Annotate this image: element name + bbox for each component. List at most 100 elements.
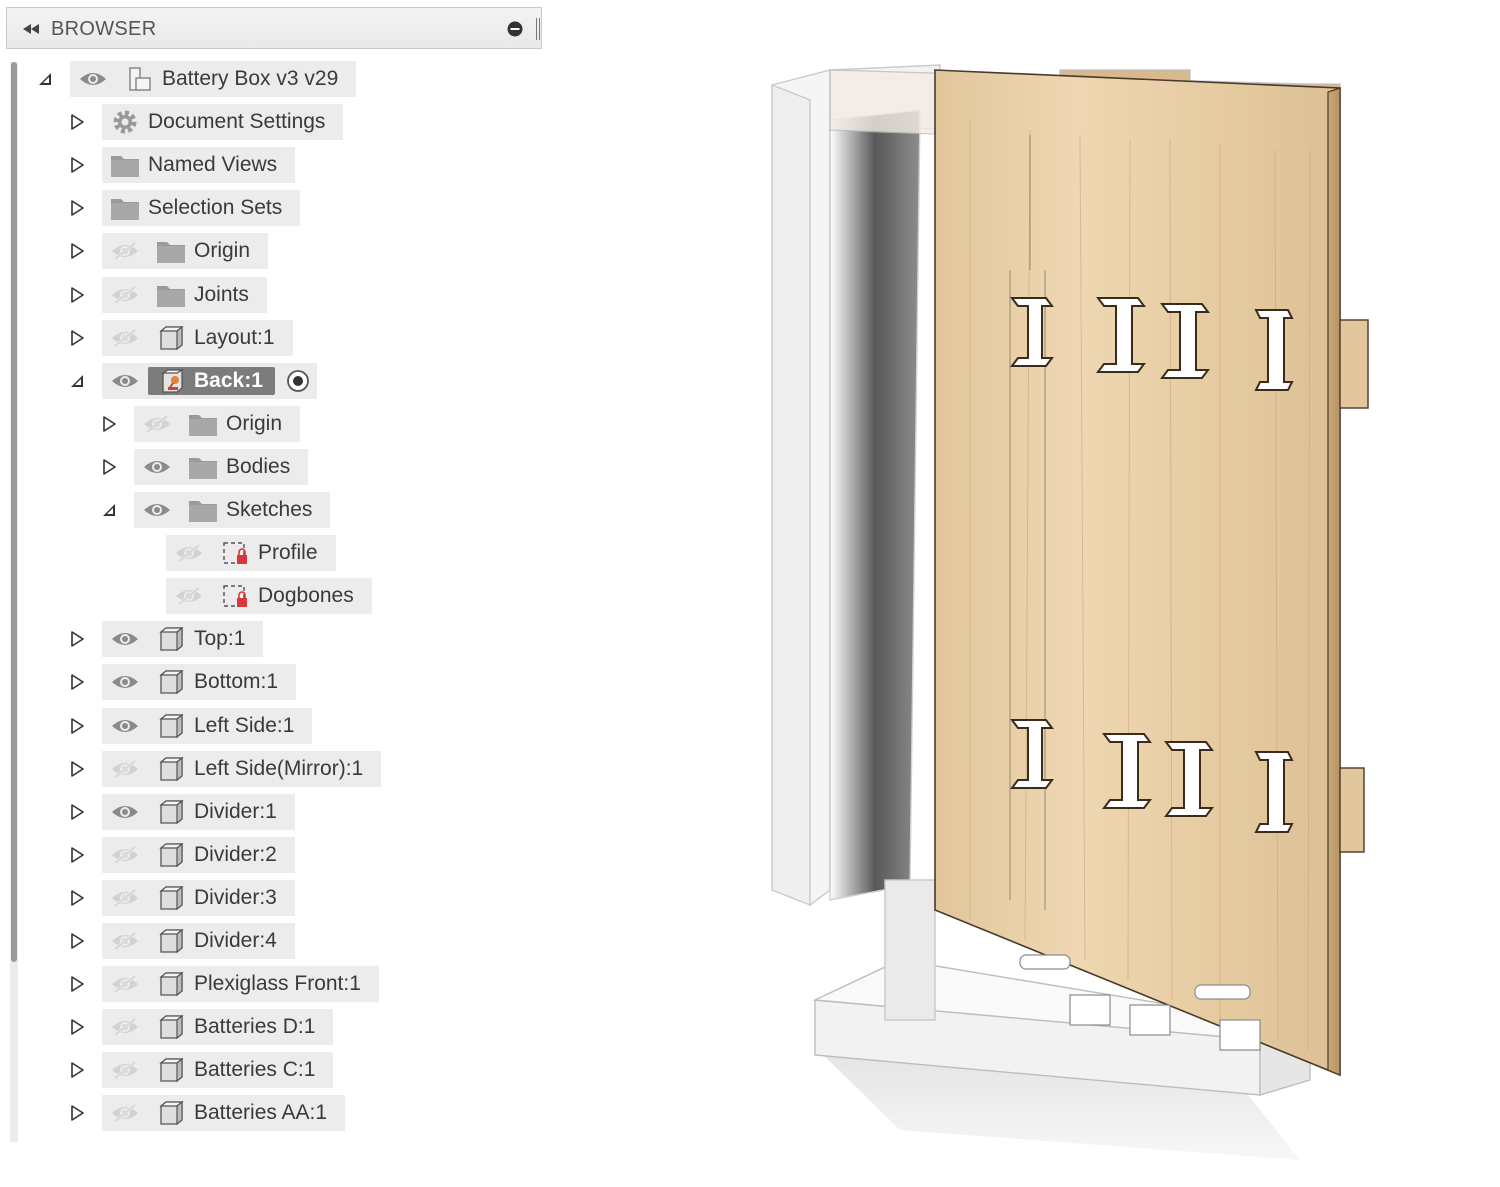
expand-triangle-icon[interactable] [69,114,85,130]
tree-node-pill[interactable]: Back:1 [102,363,317,399]
tree-scrollbar-thumb[interactable] [11,62,17,962]
visibility-hidden-icon[interactable] [102,1052,148,1088]
expand-triangle-icon[interactable] [69,330,85,346]
folder-icon [102,147,148,183]
activate-radio-icon[interactable] [279,363,317,399]
visibility-eye-icon[interactable] [102,363,148,399]
tree-node-label: Batteries C:1 [194,1058,316,1081]
visibility-eye-icon[interactable] [102,621,148,657]
tree-node-pill[interactable]: Origin [102,233,269,269]
sketch-icon [212,578,258,614]
collapse-triangle-icon[interactable] [69,373,85,389]
visibility-hidden-icon[interactable] [166,535,212,571]
visibility-hidden-icon[interactable] [102,277,148,313]
tree-node-pill[interactable]: Divider:4 [102,923,295,959]
tree-node-label: Bottom:1 [194,670,279,693]
visibility-hidden-icon[interactable] [102,751,148,787]
expand-triangle-icon[interactable] [69,847,85,863]
expand-triangle-icon[interactable] [101,416,117,432]
tree-node-pill[interactable]: Plexiglass Front:1 [102,966,379,1002]
tree-node-pill[interactable]: Named Views [102,147,296,183]
tree-node-pill[interactable]: Selection Sets [102,190,301,226]
visibility-hidden-icon[interactable] [102,233,148,269]
tree-node-pill[interactable]: Origin [134,406,301,442]
visibility-hidden-icon[interactable] [102,837,148,873]
component-icon [148,1009,194,1045]
component-icon [148,880,194,916]
expand-triangle-icon[interactable] [69,976,85,992]
visibility-hidden-icon[interactable] [102,966,148,1002]
tree-node-label: Origin [226,412,283,435]
expand-triangle-icon[interactable] [69,890,85,906]
visibility-hidden-icon[interactable] [166,578,212,614]
component-icon [148,1095,194,1131]
collapse-panel-icon[interactable] [21,21,41,37]
tree-node-pill[interactable]: Left Side(Mirror):1 [102,751,382,787]
left-side-panel [771,64,941,1021]
expand-triangle-icon[interactable] [69,157,85,173]
expand-triangle-icon[interactable] [69,1062,85,1078]
visibility-hidden-icon[interactable] [102,320,148,356]
tree-node-pill[interactable]: Layout:1 [102,320,293,356]
visibility-eye-icon[interactable] [102,708,148,744]
expand-triangle-icon[interactable] [69,804,85,820]
visibility-hidden-icon[interactable] [102,1095,148,1131]
minimize-icon[interactable] [507,21,523,37]
active-component-icon [148,363,194,399]
expand-triangle-icon[interactable] [69,933,85,949]
tree-node-pill[interactable]: Document Settings [102,104,344,140]
expand-triangle-icon[interactable] [69,1105,85,1121]
component-icon [148,320,194,356]
expand-triangle-icon[interactable] [69,718,85,734]
tree-node-pill[interactable]: Batteries AA:1 [102,1095,346,1131]
collapse-triangle-icon[interactable] [101,502,117,518]
tree-node-pill[interactable]: Bodies [134,449,309,485]
component-icon [148,708,194,744]
expand-triangle-icon[interactable] [69,631,85,647]
expand-triangle-icon[interactable] [69,243,85,259]
tree-node-pill[interactable]: Divider:3 [102,880,295,916]
active-component-badge[interactable]: Back:1 [148,367,275,395]
collapse-triangle-icon[interactable] [37,71,53,87]
tree-node-pill[interactable]: Divider:2 [102,837,295,873]
back-panel [934,69,1369,1077]
tree-node-label: Named Views [148,153,278,176]
tree-node-label: Joints [194,283,249,306]
tree-node-pill[interactable]: Top:1 [102,621,264,657]
tree-node-pill[interactable]: Battery Box v3 v29 [70,61,357,97]
sketch-icon [212,535,258,571]
visibility-hidden-icon[interactable] [102,1009,148,1045]
expand-triangle-icon[interactable] [69,1019,85,1035]
visibility-hidden-icon[interactable] [102,923,148,959]
expand-triangle-icon[interactable] [69,287,85,303]
visibility-eye-icon[interactable] [70,61,116,97]
battery-box-model[interactable] [700,40,1420,1170]
tree-node-pill[interactable]: Sketches [134,492,331,528]
component-icon [148,1052,194,1088]
tree-node-pill[interactable]: Dogbones [166,578,372,614]
expand-triangle-icon[interactable] [69,200,85,216]
tree-node-pill[interactable]: Batteries C:1 [102,1052,334,1088]
folder-icon [180,406,226,442]
tree-node-pill[interactable]: Profile [166,535,336,571]
tree-node-pill[interactable]: Batteries D:1 [102,1009,334,1045]
visibility-hidden-icon[interactable] [134,406,180,442]
expand-triangle-icon[interactable] [69,674,85,690]
visibility-hidden-icon[interactable] [102,880,148,916]
expand-triangle-icon[interactable] [69,761,85,777]
visibility-eye-icon[interactable] [102,794,148,830]
visibility-eye-icon[interactable] [134,492,180,528]
tree-node-pill[interactable]: Joints [102,277,267,313]
tree-node-label: Back:1 [194,369,263,392]
tree-node-pill[interactable]: Bottom:1 [102,664,297,700]
visibility-eye-icon[interactable] [102,664,148,700]
tree-node-pill[interactable]: Left Side:1 [102,708,313,744]
component-icon [148,923,194,959]
3d-viewport[interactable] [700,40,1420,1170]
component-icon [148,621,194,657]
folder-icon [148,233,194,269]
expand-triangle-icon[interactable] [101,459,117,475]
tree-node-pill[interactable]: Divider:1 [102,794,295,830]
visibility-eye-icon[interactable] [134,449,180,485]
panel-grip-icon[interactable] [535,18,541,40]
